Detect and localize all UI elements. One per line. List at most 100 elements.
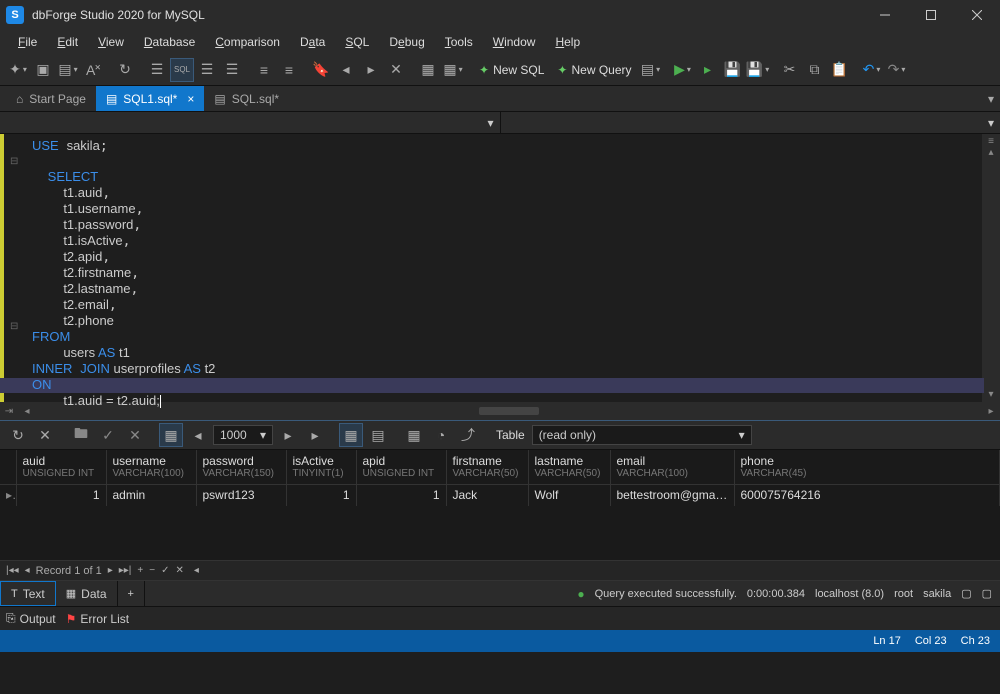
project-icon[interactable]: ▤: [56, 58, 80, 82]
layout-toggle-icon[interactable]: ▢: [961, 587, 971, 600]
format-icon[interactable]: ☰: [220, 58, 244, 82]
sql-mode-icon[interactable]: SQL: [170, 58, 194, 82]
layout-toggle2-icon[interactable]: ▢: [982, 587, 992, 600]
left-split-dropdown[interactable]: ▾: [0, 112, 501, 133]
menu-file[interactable]: File: [8, 35, 47, 49]
tab-error-list[interactable]: ⚑Error List: [66, 612, 129, 626]
nav-add-icon[interactable]: +: [137, 565, 143, 576]
run-step-icon[interactable]: ▸: [696, 58, 720, 82]
col-firstname[interactable]: firstnameVARCHAR(50): [446, 450, 528, 484]
col-email[interactable]: emailVARCHAR(100): [610, 450, 734, 484]
tab-close-icon[interactable]: ×: [187, 92, 194, 106]
refresh-results-icon[interactable]: ↻: [6, 423, 30, 447]
chevron-down-icon[interactable]: ▾: [988, 389, 993, 400]
table-select[interactable]: (read only)▾: [532, 425, 752, 445]
execute-dropdown-icon[interactable]: ▤: [639, 58, 663, 82]
nav-scroll-left-icon[interactable]: ◂: [194, 565, 199, 576]
nav-commit-icon[interactable]: ✓: [161, 565, 169, 576]
save-icon[interactable]: 💾: [721, 58, 745, 82]
results-grid[interactable]: auidUNSIGNED INT usernameVARCHAR(100) pa…: [0, 450, 1000, 560]
next-page-icon[interactable]: ▸: [276, 423, 300, 447]
save-all-icon[interactable]: 💾: [746, 58, 770, 82]
menu-window[interactable]: Window: [483, 35, 546, 49]
col-username[interactable]: usernameVARCHAR(100): [106, 450, 196, 484]
undo-icon[interactable]: ↶: [860, 58, 884, 82]
page-mode-icon[interactable]: ▦: [159, 423, 183, 447]
tab-sql2[interactable]: ▤SQL.sql*: [204, 86, 289, 111]
prev-bookmark-icon[interactable]: ◂: [334, 58, 358, 82]
align-right-icon[interactable]: ≡: [277, 58, 301, 82]
tab-overflow-icon[interactable]: ▾: [982, 86, 1000, 111]
tab-sql1[interactable]: ▤SQL1.sql*×: [96, 86, 204, 111]
last-page-icon[interactable]: ▸: [303, 423, 327, 447]
table-row[interactable]: ▸ 1 admin pswrd123 1 1 Jack Wolf bettest…: [0, 484, 1000, 506]
menu-help[interactable]: Help: [545, 35, 590, 49]
menu-debug[interactable]: Debug: [379, 35, 434, 49]
col-lastname[interactable]: lastnameVARCHAR(50): [528, 450, 610, 484]
commit-icon[interactable]: 🖿: [69, 423, 93, 447]
tab-output[interactable]: ⎘Output: [6, 611, 56, 626]
nav-last-icon[interactable]: ▸▸|: [119, 565, 132, 576]
card-view-icon[interactable]: ▤: [366, 423, 390, 447]
indent-icon[interactable]: ☰: [145, 58, 169, 82]
tab-text-view[interactable]: TText: [0, 581, 56, 606]
new-sql-button[interactable]: ✦New SQL: [473, 63, 550, 77]
menu-data[interactable]: Data: [290, 35, 335, 49]
revert-icon[interactable]: ✕: [123, 423, 147, 447]
layout-icon[interactable]: ▦: [441, 58, 465, 82]
new-query-button[interactable]: ✦New Query: [551, 63, 637, 77]
nav-first-icon[interactable]: |◂◂: [6, 565, 19, 576]
chevron-right-icon[interactable]: ▸: [982, 406, 1000, 417]
outdent-icon[interactable]: ☰: [195, 58, 219, 82]
bookmark-icon[interactable]: 🔖: [309, 58, 333, 82]
scroll-left-handle-icon[interactable]: ⇥: [0, 406, 18, 417]
page-size-select[interactable]: 1000▾: [213, 425, 273, 445]
tab-data-view[interactable]: ▦Data: [56, 581, 118, 606]
run-icon[interactable]: ▶: [671, 58, 695, 82]
col-phone[interactable]: phoneVARCHAR(45): [734, 450, 1000, 484]
menu-view[interactable]: View: [88, 35, 134, 49]
paste-icon[interactable]: 📋: [828, 58, 852, 82]
refresh-icon[interactable]: ↻: [113, 58, 137, 82]
clear-bookmark-icon[interactable]: ✕: [384, 58, 408, 82]
nav-delete-icon[interactable]: −: [149, 565, 155, 576]
cut-icon[interactable]: ✂: [778, 58, 802, 82]
next-bookmark-icon[interactable]: ▸: [359, 58, 383, 82]
code-content[interactable]: USE sakila; SELECT t1.auid, t1.username,…: [24, 134, 982, 402]
open-icon[interactable]: ▣: [31, 58, 55, 82]
chart-icon[interactable]: ◔: [429, 423, 453, 447]
export-icon[interactable]: ⤴: [456, 423, 480, 447]
menu-database[interactable]: Database: [134, 35, 205, 49]
close-button[interactable]: [954, 0, 1000, 30]
right-split-dropdown[interactable]: ▾: [501, 112, 1000, 133]
scroll-thumb[interactable]: [479, 407, 539, 415]
maximize-button[interactable]: [908, 0, 954, 30]
menu-sql[interactable]: SQL: [335, 35, 379, 49]
font-icon[interactable]: A˟: [81, 58, 105, 82]
nav-prev-icon[interactable]: ◂: [25, 565, 30, 576]
first-page-icon[interactable]: ◂: [186, 423, 210, 447]
col-isactive[interactable]: isActiveTINYINT(1): [286, 450, 356, 484]
grid-view-icon[interactable]: ▦: [339, 423, 363, 447]
tab-start-page[interactable]: ⌂Start Page: [6, 86, 96, 111]
col-apid[interactable]: apidUNSIGNED INT: [356, 450, 446, 484]
scroll-split-icon[interactable]: ≡: [988, 136, 994, 147]
new-file-icon[interactable]: ✦: [6, 58, 30, 82]
menu-edit[interactable]: Edit: [47, 35, 88, 49]
cancel-icon[interactable]: ✕: [33, 423, 57, 447]
minimize-button[interactable]: [862, 0, 908, 30]
menu-tools[interactable]: Tools: [435, 35, 483, 49]
tab-add-view[interactable]: +: [118, 581, 145, 606]
copy-icon[interactable]: ⧉: [803, 58, 827, 82]
nav-next-icon[interactable]: ▸: [108, 565, 113, 576]
chevron-up-icon[interactable]: ▴: [988, 147, 993, 158]
apply-icon[interactable]: ✓: [96, 423, 120, 447]
redo-icon[interactable]: ↷: [885, 58, 909, 82]
collapse-icon[interactable]: ⊟: [10, 156, 18, 167]
sql-editor[interactable]: ⊟ ⊟ USE sakila; SELECT t1.auid, t1.usern…: [0, 134, 1000, 402]
grid-icon[interactable]: ▦: [416, 58, 440, 82]
menu-comparison[interactable]: Comparison: [205, 35, 290, 49]
collapse-icon[interactable]: ⊟: [10, 321, 18, 332]
editor-vertical-scrollbar[interactable]: ≡ ▴ ▾: [982, 134, 1000, 402]
pivot-icon[interactable]: ▦: [402, 423, 426, 447]
